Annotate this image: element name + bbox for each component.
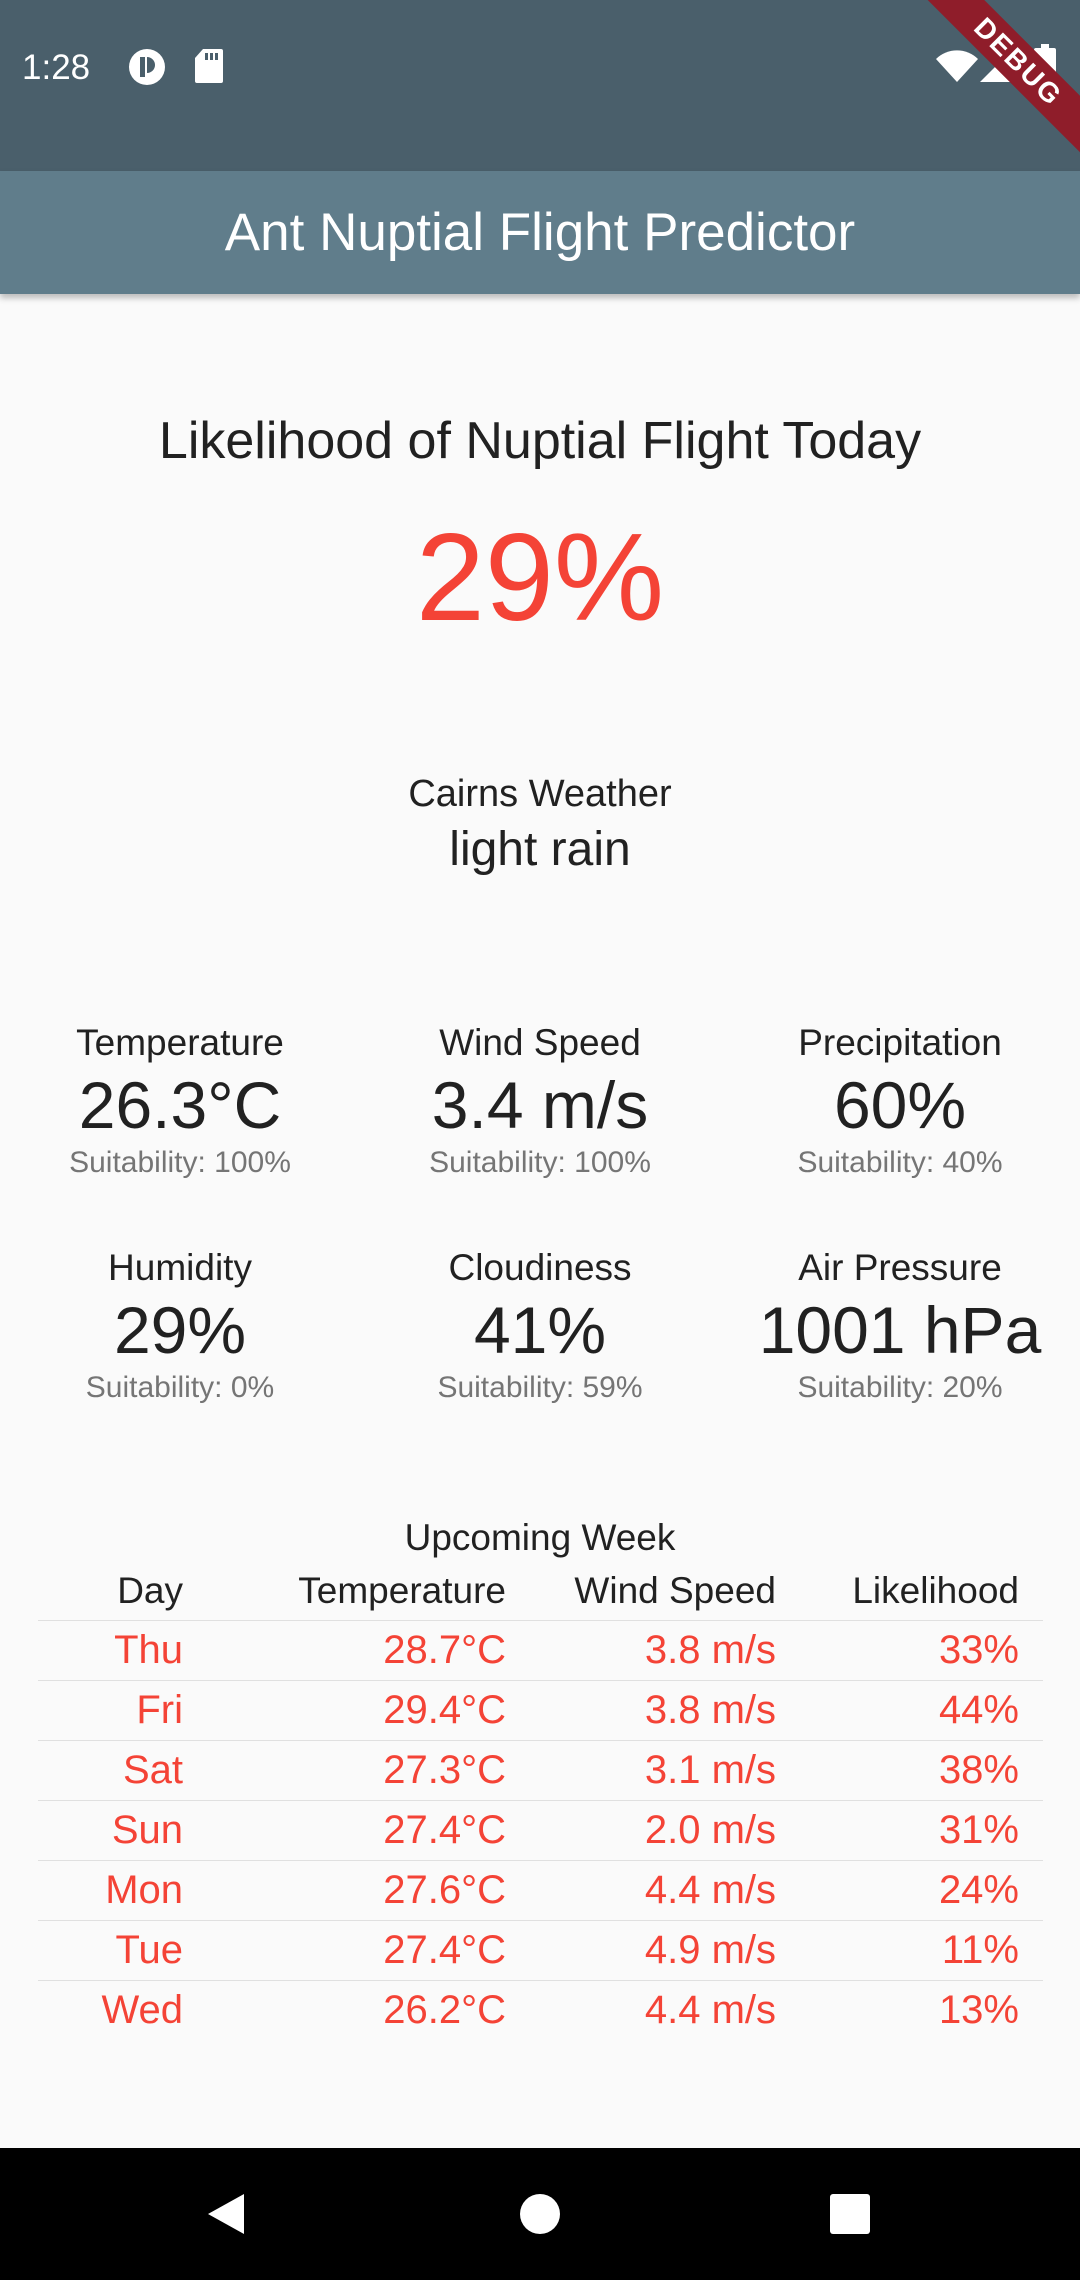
metric-value: 3.4 m/s <box>431 1068 649 1142</box>
cell-likelihood: 31% <box>776 1800 1019 1861</box>
back-button[interactable] <box>156 2148 296 2280</box>
metric-cloudiness: Cloudiness 41% Suitability: 59% <box>360 1244 720 1408</box>
cell-day: Thu <box>38 1620 183 1681</box>
cell-wind-speed: 3.8 m/s <box>506 1620 776 1681</box>
metric-label: Cloudiness <box>448 1247 632 1288</box>
cell-day: Sat <box>38 1740 183 1801</box>
metric-value: 26.3°C <box>78 1068 282 1142</box>
home-icon <box>520 2194 560 2234</box>
cell-day: Sun <box>38 1800 183 1861</box>
weather-description: light rain <box>449 823 631 876</box>
cell-wind-speed: 3.1 m/s <box>506 1740 776 1801</box>
table-row: Wed 26.2°C 4.4 m/s 13% <box>38 1980 1043 2040</box>
cell-temperature: 27.4°C <box>183 1920 506 1981</box>
cell-temperature: 26.2°C <box>183 1980 506 2040</box>
cell-day: Mon <box>38 1860 183 1921</box>
metric-suitability: Suitability: 40% <box>797 1146 1003 1179</box>
cell-likelihood: 13% <box>776 1980 1019 2040</box>
cell-day: Tue <box>38 1920 183 1981</box>
metric-label: Air Pressure <box>798 1247 1002 1288</box>
forecast-title: Upcoming Week <box>404 1517 676 1558</box>
metric-humidity: Humidity 29% Suitability: 0% <box>0 1244 360 1408</box>
column-header-day: Day <box>117 1570 183 1611</box>
metric-suitability: Suitability: 100% <box>429 1146 651 1179</box>
metric-suitability: Suitability: 0% <box>85 1371 275 1404</box>
home-button[interactable] <box>470 2148 610 2280</box>
metric-suitability: Suitability: 59% <box>437 1371 643 1404</box>
table-row: Fri 29.4°C 3.8 m/s 44% <box>38 1680 1043 1741</box>
table-row: Sat 27.3°C 3.1 m/s 38% <box>38 1740 1043 1801</box>
app-notification-icon <box>128 48 166 91</box>
today-likelihood-value: 29% <box>415 509 665 647</box>
wifi-icon <box>936 50 978 87</box>
recents-icon <box>830 2194 870 2234</box>
recents-button[interactable] <box>780 2148 920 2280</box>
cell-likelihood: 38% <box>776 1740 1019 1801</box>
metric-suitability: Suitability: 100% <box>69 1146 291 1179</box>
cell-wind-speed: 4.9 m/s <box>506 1920 776 1981</box>
cell-temperature: 27.3°C <box>183 1740 506 1801</box>
forecast-header-row: Day Temperature Wind Speed Likelihood <box>38 1562 1043 1621</box>
weather-city-title: Cairns Weather <box>408 773 672 815</box>
metric-value: 29% <box>113 1293 247 1367</box>
cell-wind-speed: 4.4 m/s <box>506 1860 776 1921</box>
cell-likelihood: 11% <box>776 1920 1019 1981</box>
table-row: Sun 27.4°C 2.0 m/s 31% <box>38 1800 1043 1861</box>
cell-likelihood: 33% <box>776 1620 1019 1681</box>
cell-temperature: 27.6°C <box>183 1860 506 1921</box>
back-icon <box>208 2194 244 2234</box>
metric-label: Wind Speed <box>439 1022 641 1063</box>
column-header-likelihood: Likelihood <box>852 1570 1019 1611</box>
metric-value: 60% <box>833 1068 967 1142</box>
cell-wind-speed: 2.0 m/s <box>506 1800 776 1861</box>
app-bar: Ant Nuptial Flight Predictor <box>0 171 1080 294</box>
metric-precipitation: Precipitation 60% Suitability: 40% <box>720 1019 1080 1183</box>
metric-label: Temperature <box>76 1022 284 1063</box>
cell-likelihood: 44% <box>776 1680 1019 1741</box>
today-headline: Likelihood of Nuptial Flight Today <box>158 412 922 470</box>
metric-value: 41% <box>473 1293 607 1367</box>
navigation-bar <box>0 2148 1080 2280</box>
status-time: 1:28 <box>22 48 91 87</box>
sd-card-icon <box>194 48 224 89</box>
cell-day: Fri <box>38 1680 183 1741</box>
metric-temperature: Temperature 26.3°C Suitability: 100% <box>0 1019 360 1183</box>
cell-temperature: 28.7°C <box>183 1620 506 1681</box>
table-row: Tue 27.4°C 4.9 m/s 11% <box>38 1920 1043 1981</box>
cell-likelihood: 24% <box>776 1860 1019 1921</box>
forecast-table: Day Temperature Wind Speed Likelihood Th… <box>38 1562 1043 2040</box>
table-row: Mon 27.6°C 4.4 m/s 24% <box>38 1860 1043 1921</box>
column-header-wind-speed: Wind Speed <box>574 1570 776 1611</box>
cell-temperature: 29.4°C <box>183 1680 506 1741</box>
cell-temperature: 27.4°C <box>183 1800 506 1861</box>
column-header-temperature: Temperature <box>298 1570 506 1611</box>
cell-wind-speed: 4.4 m/s <box>506 1980 776 2040</box>
status-bar: 1:28 DEBUG <box>0 0 1080 171</box>
table-row: Thu 28.7°C 3.8 m/s 33% <box>38 1620 1043 1681</box>
metric-label: Humidity <box>108 1247 252 1288</box>
cell-day: Wed <box>38 1980 183 2040</box>
metric-wind-speed: Wind Speed 3.4 m/s Suitability: 100% <box>360 1019 720 1183</box>
cell-wind-speed: 3.8 m/s <box>506 1680 776 1741</box>
metric-air-pressure: Air Pressure 1001 hPa Suitability: 20% <box>720 1244 1080 1408</box>
app-title: Ant Nuptial Flight Predictor <box>224 203 856 262</box>
metric-suitability: Suitability: 20% <box>797 1371 1003 1404</box>
metric-label: Precipitation <box>798 1022 1002 1063</box>
metric-value: 1001 hPa <box>758 1293 1042 1367</box>
